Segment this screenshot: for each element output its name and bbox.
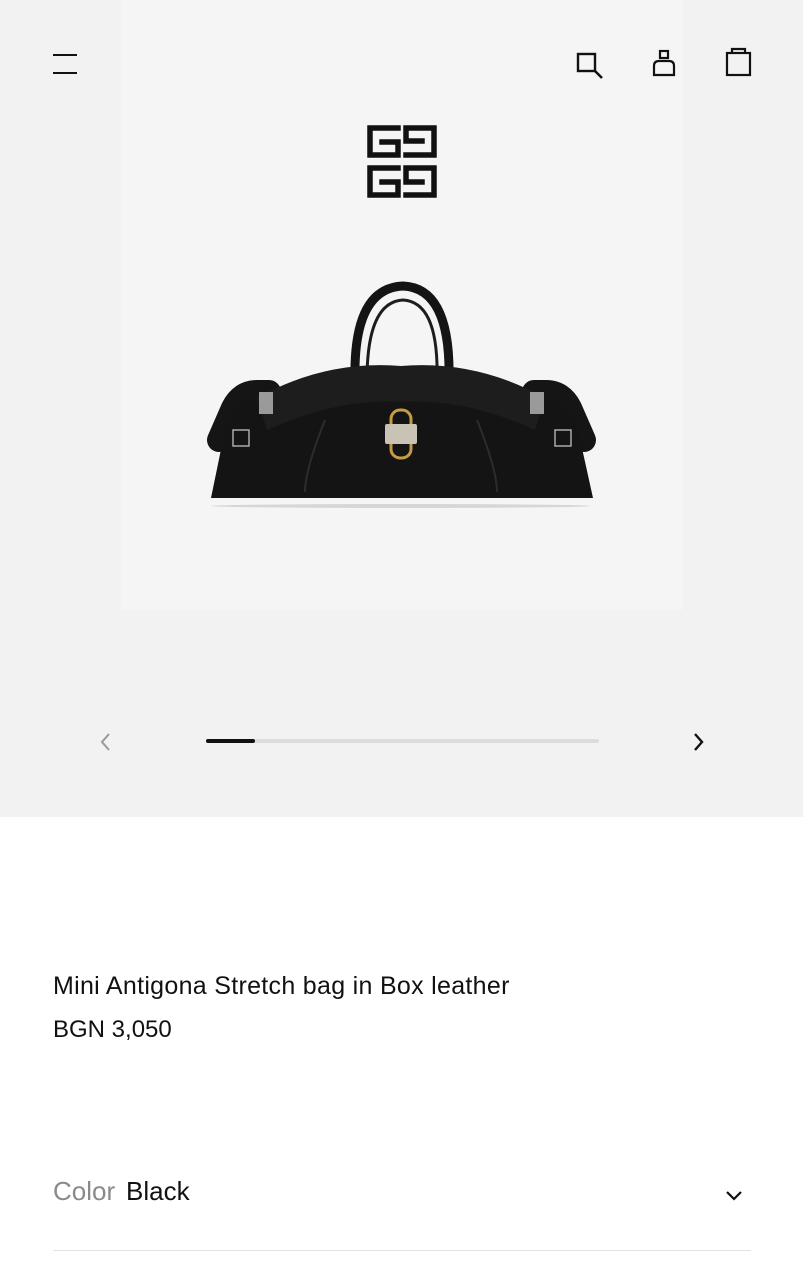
product-price: BGN 3,050 bbox=[53, 1016, 172, 1043]
brand-logo bbox=[367, 125, 437, 198]
product-gallery bbox=[0, 0, 803, 817]
gallery-progress-fill bbox=[206, 739, 256, 743]
menu-icon[interactable] bbox=[53, 54, 77, 74]
search-icon[interactable] bbox=[576, 52, 604, 80]
shopping-bag-icon[interactable] bbox=[725, 47, 752, 77]
color-selector[interactable]: Color Black bbox=[53, 1172, 751, 1251]
gallery-progress-bar bbox=[206, 739, 599, 743]
product-name: Mini Antigona Stretch bag in Box leather bbox=[53, 972, 510, 1000]
chevron-left-icon[interactable] bbox=[97, 731, 113, 753]
chevron-right-icon[interactable] bbox=[690, 731, 706, 753]
color-value: Black bbox=[126, 1176, 190, 1206]
account-icon[interactable] bbox=[651, 49, 677, 77]
color-label: Color bbox=[53, 1176, 116, 1206]
product-image[interactable] bbox=[205, 280, 598, 508]
chevron-down-icon[interactable] bbox=[725, 1190, 743, 1202]
